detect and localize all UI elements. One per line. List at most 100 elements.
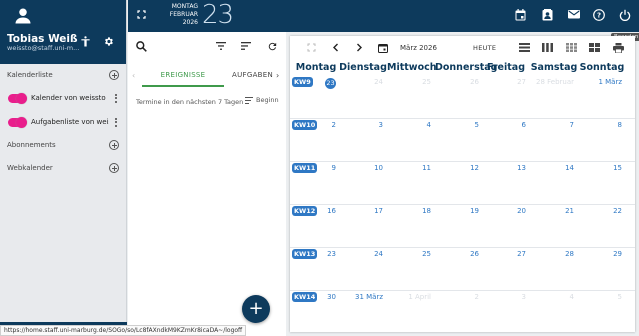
today-button[interactable]: HEUTE [473,44,496,52]
calendar-day-cell[interactable]: 31 März [337,293,383,301]
month-view-icon[interactable] [566,43,577,54]
search-icon[interactable] [136,41,147,52]
filter-icon[interactable] [216,42,226,50]
sidebar: Tobias Weiß weissto@staff.uni-m... Kalen… [0,0,127,336]
weekday-header: Montag [295,62,337,73]
logout-power-icon[interactable] [619,9,631,23]
calendar-label: Kalender von weissto [31,94,106,102]
week-view-icon[interactable] [542,43,553,54]
calendar-toggle[interactable] [8,116,27,128]
settings-gear-icon[interactable] [103,36,114,47]
calendar-day-cell[interactable]: 10 [337,164,383,172]
calendar-day-cell[interactable]: 17 [337,207,383,215]
calendar-day-cell[interactable]: 30 [290,293,336,301]
calendar-day-cell[interactable]: 28 [528,250,574,258]
calendar-day-cell[interactable]: 27 [480,78,526,86]
calendar-day-cell[interactable]: 2 [290,121,336,129]
address-book-icon[interactable] [542,9,553,23]
calendar-day-cell[interactable]: 3 [480,293,526,301]
help-icon[interactable]: ? [593,9,605,23]
calendar-day-cell[interactable]: 11 [385,164,431,172]
calendar-day-cell[interactable]: 24 [337,78,383,86]
calendar-month-label: März 2026 [400,44,437,52]
calendar-day-cell[interactable]: 15 [576,164,622,172]
expand-icon[interactable] [307,43,316,54]
more-options-icon[interactable] [115,117,118,127]
calendar-day-cell[interactable]: 23 [290,250,336,258]
calendar-day-cell[interactable]: 23 [290,78,336,89]
accessibility-icon[interactable] [80,36,91,47]
calendar-day-cell[interactable]: 24 [337,250,383,258]
calendar-day-cell[interactable]: 8 [576,121,622,129]
today-day-number: 23 [325,78,336,89]
event-sort-label: Beginn [256,96,279,104]
print-icon[interactable] [613,43,624,55]
tab-scroll-right-icon[interactable]: › [276,71,279,80]
calendar-day-cell[interactable]: 19 [433,207,479,215]
calendar-day-cell[interactable]: 12 [433,164,479,172]
svg-text:?: ? [597,12,601,20]
calendar-day-cell[interactable]: 5 [433,121,479,129]
calendar-week-row: KW14 30 31 März 1 April 2 3 4 5 [290,291,635,334]
add-event-button[interactable]: + [242,295,270,323]
calendar-day-cell[interactable]: 4 [385,121,431,129]
tab-tasks[interactable]: AUFGABEN [232,65,276,87]
event-sort-selector[interactable]: Beginn [245,96,279,104]
day-view-icon[interactable] [519,43,530,54]
multicolumn-view-icon[interactable] [589,43,600,54]
events-tabs: ‹ EREIGNISSE AUFGABEN › [128,65,286,87]
weekday-header: Samstag [530,62,578,73]
calendar-day-cell[interactable]: 28 Februar [528,78,574,86]
calendar-day-cell[interactable]: 26 [433,78,479,86]
calendar-day-cell[interactable]: 6 [480,121,526,129]
calendar-day-cell[interactable]: 7 [528,121,574,129]
fullscreen-icon[interactable] [137,10,146,19]
calendar-day-cell[interactable]: 16 [290,207,336,215]
calendar-day-cell[interactable]: 22 [576,207,622,215]
add-webcal-icon[interactable] [109,163,119,173]
calendar-day-cell[interactable]: 9 [290,164,336,172]
date-picker-icon[interactable] [378,43,388,55]
calendar-day-cell[interactable]: 1 April [385,293,431,301]
previous-month-icon[interactable] [332,43,339,54]
calendar-item-personal[interactable]: Kalender von weissto [8,92,120,104]
current-date-header: MONTAG FEBRUAR 2026 23 [128,0,288,32]
calendar-toggle[interactable] [8,92,27,104]
calendar-week-row: KW11 9 10 11 12 13 14 15 [290,162,635,205]
calendar-day-cell[interactable]: 26 [433,250,479,258]
add-subscription-icon[interactable] [109,140,119,150]
tab-scroll-left-icon[interactable]: ‹ [132,71,135,80]
weekday-header: Freitag [486,62,526,73]
more-options-icon[interactable] [115,93,118,103]
calendar-day-cell[interactable]: 1 März [576,78,622,86]
calendar-day-cell[interactable]: 25 [385,78,431,86]
calendar-day-cell[interactable]: 21 [528,207,574,215]
date-year: 2026 [182,19,198,26]
calendar-day-cell[interactable]: 29 [576,250,622,258]
calendar-day-cell[interactable]: 2 [433,293,479,301]
calendar-toolbar: März 2026 HEUTE [290,36,635,60]
calendar-day-cell[interactable]: 25 [385,250,431,258]
mail-icon[interactable] [568,9,580,21]
calendar-item-tasks[interactable]: Aufgabenliste von weis... [8,116,120,128]
sort-icon[interactable] [241,42,251,50]
calendar-day-cell[interactable]: 14 [528,164,574,172]
event-range-filter[interactable]: Termine in den nächsten 7 Tagen [136,98,243,106]
calendar-day-cell[interactable]: 20 [480,207,526,215]
calendar-day-cell[interactable]: 3 [337,121,383,129]
refresh-icon[interactable] [267,41,278,52]
user-avatar-icon[interactable] [14,7,32,25]
next-month-icon[interactable] [356,43,363,54]
add-calendar-icon[interactable] [109,70,119,80]
calendar-week-row: KW10 2 3 4 5 6 7 8 [290,119,635,162]
calendar-day-cell[interactable]: 13 [480,164,526,172]
calendar-day-cell[interactable]: 18 [385,207,431,215]
calendar-day-cell[interactable]: 27 [480,250,526,258]
calendar-app-icon[interactable] [515,9,526,23]
calendar-week-row: KW9 23 24 25 26 27 28 Februar 1 März [290,76,635,119]
weekday-header: Mittwoch [387,62,437,73]
tab-events[interactable]: EREIGNISSE [142,65,224,87]
calendar-day-cell[interactable]: 4 [528,293,574,301]
user-header: Tobias Weiß weissto@staff.uni-m... [0,0,126,64]
calendar-day-cell[interactable]: 5 [576,293,622,301]
